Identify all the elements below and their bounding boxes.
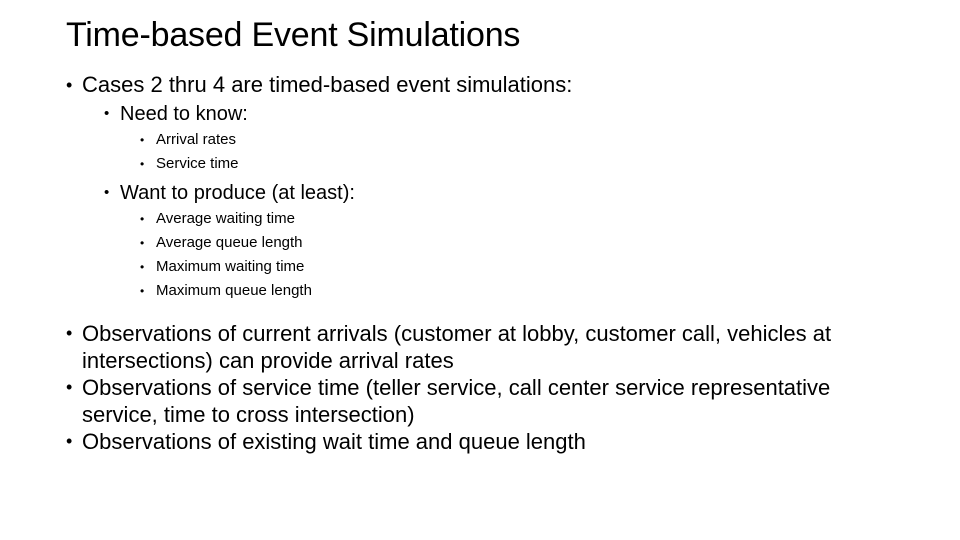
bullet-glyph-icon: • <box>66 377 73 397</box>
bullet-glyph-icon: • <box>104 184 110 201</box>
bullet-level3-maximum-waiting-time-text: Maximum waiting time <box>156 258 305 275</box>
bullet-level3-average-waiting-time-text: Average waiting time <box>156 210 295 227</box>
bullet-level3-arrival-rates: • Arrival rates <box>0 128 960 152</box>
bullet-glyph-icon: • <box>140 236 145 250</box>
bullet-glyph-icon: • <box>140 133 145 147</box>
bullet-level3-service-time-text: Service time <box>156 155 239 172</box>
bullet-level2-need: • Need to know: <box>0 100 960 128</box>
bullet-glyph-icon: • <box>140 260 145 274</box>
bullet-level3-average-waiting-time: • Average waiting time <box>0 207 960 231</box>
bullet-glyph-icon: • <box>66 323 73 343</box>
slide: Time-based Event Simulations • Cases 2 t… <box>0 0 960 540</box>
bullet-glyph-icon: • <box>140 284 145 298</box>
bullet-level1-intro-text: Cases 2 thru 4 are timed-based event sim… <box>82 72 573 97</box>
bullet-glyph-icon: • <box>66 75 73 95</box>
bullet-glyph-icon: • <box>66 431 73 451</box>
bullet-level2-need-text: Need to know: <box>120 103 248 125</box>
bullet-glyph-icon: • <box>140 157 145 171</box>
bullet-observation-service-time: • Observations of service time (teller s… <box>0 374 960 428</box>
bullet-observation-service-time-text: Observations of service time (teller ser… <box>82 375 831 427</box>
bullet-level3-average-queue-length: • Average queue length <box>0 231 960 255</box>
page-title: Time-based Event Simulations <box>66 16 521 54</box>
bullet-observation-arrivals-text: Observations of current arrivals (custom… <box>82 321 832 373</box>
bullet-observation-wait-queue: • Observations of existing wait time and… <box>0 428 960 455</box>
bullet-level3-maximum-queue-length: • Maximum queue length <box>0 279 960 303</box>
bullet-level2-want-text: Want to produce (at least): <box>120 182 355 204</box>
bullet-level3-average-queue-length-text: Average queue length <box>156 234 303 251</box>
bullet-level3-arrival-rates-text: Arrival rates <box>156 131 237 148</box>
slide-body: • Cases 2 thru 4 are timed-based event s… <box>0 70 960 455</box>
bullet-level2-want: • Want to produce (at least): <box>0 179 960 207</box>
bullet-level1-intro: • Cases 2 thru 4 are timed-based event s… <box>0 70 960 100</box>
bullet-level3-maximum-waiting-time: • Maximum waiting time <box>0 255 960 279</box>
bullet-level3-maximum-queue-length-text: Maximum queue length <box>156 282 312 299</box>
bullet-glyph-icon: • <box>140 212 145 226</box>
bullet-observation-arrivals: • Observations of current arrivals (cust… <box>0 320 960 374</box>
bullet-observation-wait-queue-text: Observations of existing wait time and q… <box>82 429 586 454</box>
bullet-level3-service-time: • Service time <box>0 152 960 176</box>
bullet-glyph-icon: • <box>104 105 110 122</box>
